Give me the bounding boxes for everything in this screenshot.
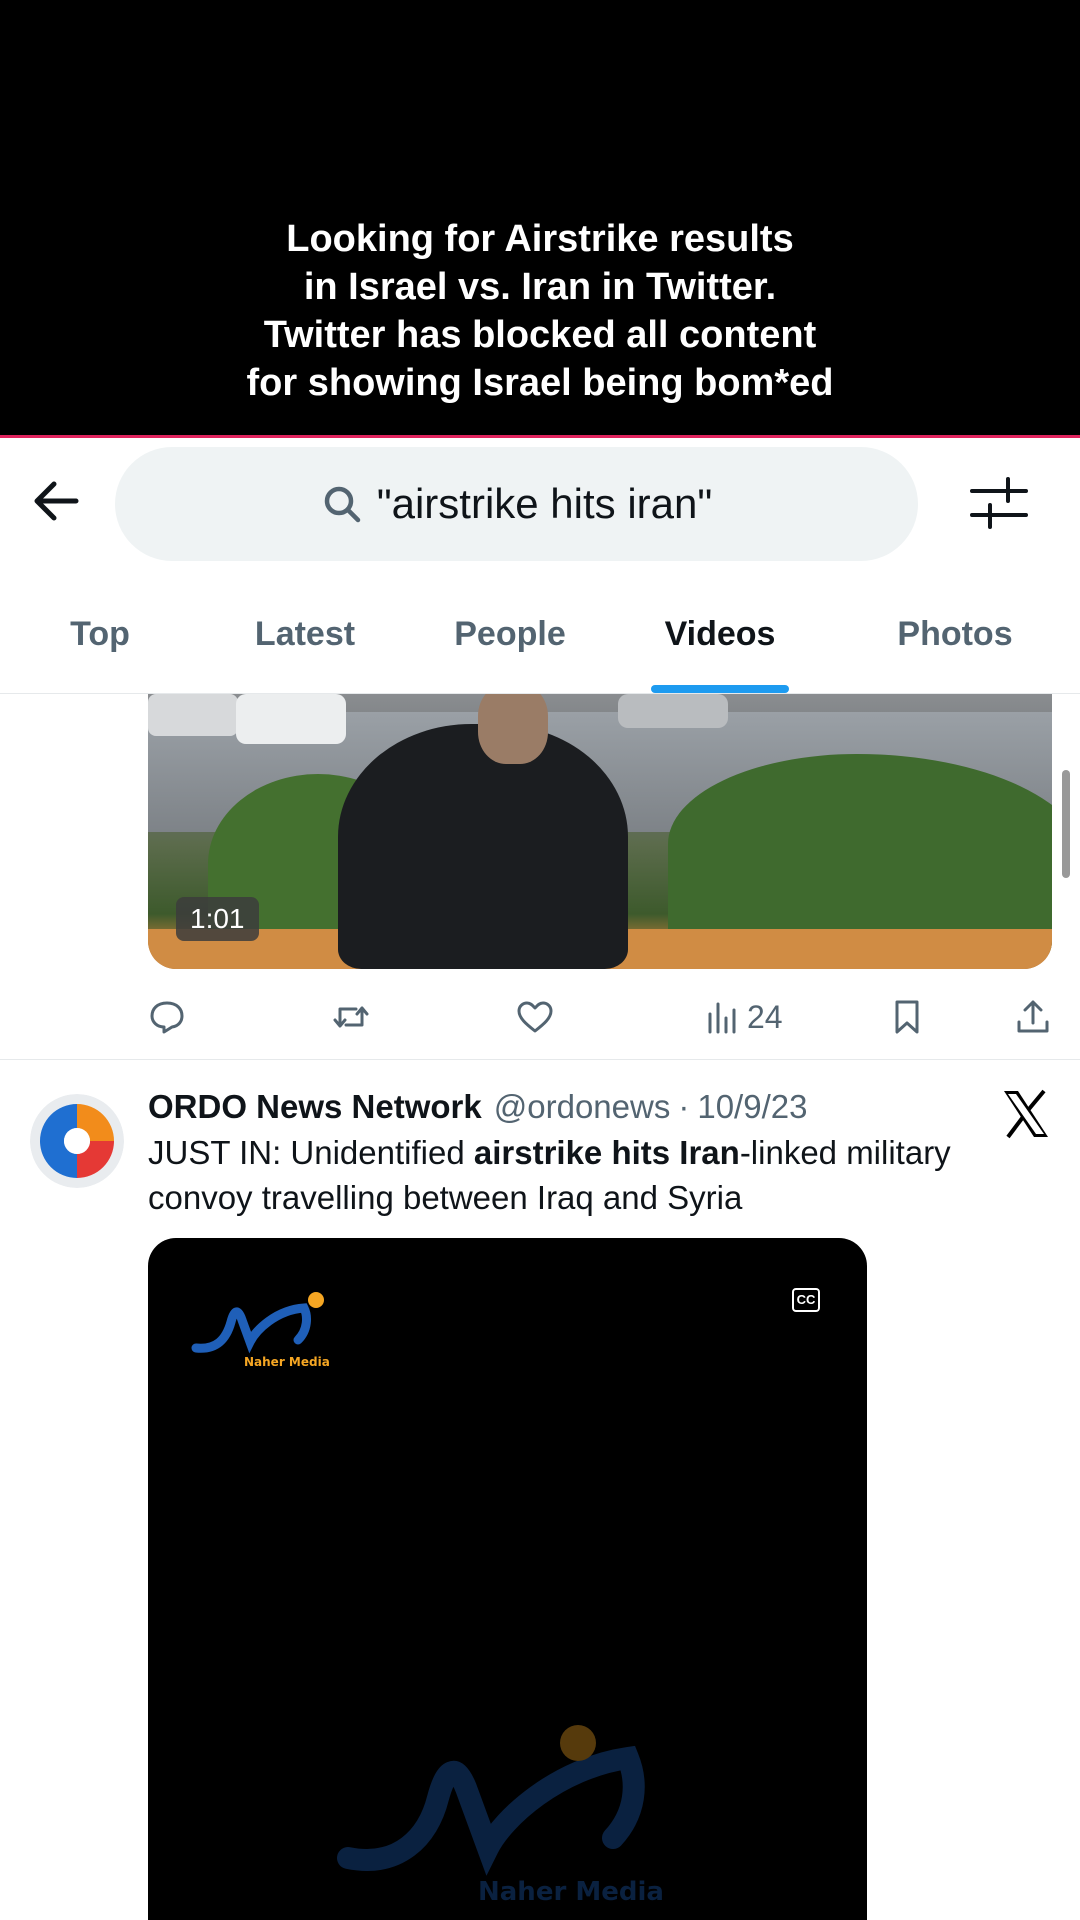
tweet-date[interactable]: 10/9/23 [697, 1088, 807, 1126]
views-count: 24 [747, 998, 783, 1035]
back-button[interactable] [28, 473, 84, 529]
caption-line: in Israel vs. Iran in Twitter. [303, 266, 777, 308]
caption-line: Twitter has blocked all content [263, 314, 817, 356]
video-caption-overlay: Looking for Airstrike results in Israel … [0, 0, 1080, 438]
bookmark-icon [895, 1000, 919, 1034]
active-tab-indicator [651, 685, 789, 693]
tab-photos[interactable]: Photos [880, 575, 1030, 693]
sliders-icon [970, 477, 1028, 529]
video-frame [338, 724, 628, 969]
share-icon [1017, 1000, 1049, 1033]
tweet-actions: 24 [148, 992, 1052, 1042]
search-input[interactable]: "airstrike hits iran" [115, 447, 918, 561]
retweet-icon [333, 1006, 369, 1028]
like-button[interactable] [516, 992, 554, 1042]
video-frame [236, 694, 346, 744]
bookmark-button[interactable] [888, 992, 926, 1042]
tweet-header: ORDO News Network @ordonews · 10/9/23 [148, 1082, 807, 1132]
arrow-left-icon [34, 481, 79, 521]
author-handle[interactable]: @ordonews [494, 1088, 671, 1126]
tweet-divider [0, 1059, 1080, 1060]
video-frame [618, 694, 728, 728]
video-player[interactable]: 1:01 [148, 694, 1052, 969]
share-button[interactable] [1014, 992, 1052, 1042]
retweet-button[interactable] [332, 992, 370, 1042]
heart-icon [517, 1001, 553, 1033]
video-frame [478, 694, 548, 764]
avatar[interactable] [30, 1094, 124, 1188]
tab-videos[interactable]: Videos [640, 575, 800, 693]
author-name[interactable]: ORDO News Network [148, 1088, 482, 1126]
ordo-logo-icon [30, 1094, 124, 1188]
reply-button[interactable] [148, 992, 186, 1042]
search-filter-button[interactable] [968, 473, 1030, 533]
tab-latest[interactable]: Latest [230, 575, 380, 693]
search-icon [324, 486, 360, 523]
video-frame [148, 694, 238, 736]
views-button[interactable]: 24 [703, 992, 783, 1042]
reply-icon [150, 1001, 184, 1034]
video-player[interactable]: Naher Media CC Naher Media [148, 1238, 867, 1920]
logo-text: Naher Media [244, 1355, 330, 1369]
video-duration-badge: 1:01 [176, 897, 259, 941]
tab-people[interactable]: People [440, 575, 580, 693]
closed-captions-button[interactable]: CC [792, 1288, 820, 1312]
search-tabs: Top Latest People Videos Photos [0, 575, 1080, 694]
caption-line: for showing Israel being bom*ed [246, 362, 834, 404]
naher-media-logo-icon: Naher Media [191, 1292, 330, 1369]
tab-top[interactable]: Top [40, 575, 160, 693]
watermark-text: Naher Media [478, 1877, 664, 1907]
analytics-icon [708, 1002, 736, 1034]
search-query: "airstrike hits iran" [376, 480, 713, 527]
scrollbar[interactable] [1062, 770, 1070, 878]
search-header: "airstrike hits iran" [0, 441, 1080, 561]
video-frame [668, 754, 1052, 954]
meta-separator: · [678, 1088, 690, 1125]
naher-media-watermark-icon: Naher Media [337, 1725, 664, 1907]
caption-line: Looking for Airstrike results [286, 218, 794, 260]
tweet-text: JUST IN: Unidentified airstrike hits Ira… [148, 1134, 951, 1216]
